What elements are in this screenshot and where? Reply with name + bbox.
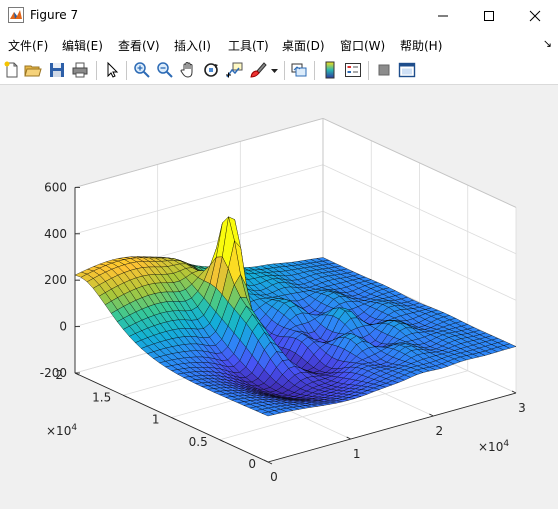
x-tick-label: 2 xyxy=(436,424,444,438)
y-tick-label: 0.5 xyxy=(189,435,208,449)
zoom-in-icon[interactable] xyxy=(133,61,151,79)
toolbar-separator xyxy=(314,61,315,80)
menu-window[interactable]: 窗口(W) xyxy=(340,37,385,54)
figure-canvas[interactable]: 0 1 2 3 0 0.5 1 1.5 2 -200 0 200 400 600 ×104 ×104 xyxy=(0,85,558,506)
toolbar-separator xyxy=(126,61,127,80)
open-file-icon[interactable] xyxy=(24,61,42,79)
menu-insert[interactable]: 插入(I) xyxy=(174,37,211,54)
insert-legend-icon[interactable] xyxy=(344,61,362,79)
z-tick-label: 600 xyxy=(44,180,67,194)
x-exponent-label: ×104 xyxy=(478,439,509,454)
insert-colorbar-icon[interactable] xyxy=(321,61,339,79)
menu-desktop[interactable]: 桌面(D) xyxy=(282,37,325,54)
menu-overflow-arrow[interactable]: ↘ xyxy=(543,37,552,50)
x-tick-label: 1 xyxy=(353,447,361,461)
menu-tools[interactable]: 工具(T) xyxy=(228,37,269,54)
data-cursor-icon[interactable] xyxy=(225,61,243,79)
toolbar-separator xyxy=(284,61,285,80)
minimize-button[interactable] xyxy=(420,0,466,31)
maximize-button[interactable] xyxy=(466,0,512,31)
toolbar-separator xyxy=(96,61,97,80)
z-tick-label: -200 xyxy=(40,366,67,380)
minimize-icon xyxy=(438,15,448,16)
x-tick-label: 3 xyxy=(518,401,526,415)
brush-dropdown-icon[interactable] xyxy=(270,61,279,79)
surface-plot[interactable]: 012300.511.52-2000200400600×104×104 xyxy=(0,85,558,506)
zoom-out-icon[interactable] xyxy=(156,61,174,79)
link-plot-icon[interactable] xyxy=(290,61,308,79)
close-button[interactable] xyxy=(512,0,558,31)
maximize-icon xyxy=(484,10,494,21)
show-plot-tools-icon[interactable] xyxy=(398,61,416,79)
y-tick-label: 0 xyxy=(248,457,256,471)
x-tick-label: 0 xyxy=(270,470,278,484)
brush-icon[interactable] xyxy=(249,61,267,79)
save-icon[interactable] xyxy=(48,61,66,79)
hide-plot-tools-icon[interactable] xyxy=(375,61,393,79)
menu-file[interactable]: 文件(F) xyxy=(8,37,48,54)
y-tick-label: 1 xyxy=(152,413,160,427)
y-exponent-label: ×104 xyxy=(46,423,77,438)
edit-plot-arrow-icon[interactable] xyxy=(103,61,121,79)
rotate-3d-icon[interactable] xyxy=(202,61,220,79)
toolbar-separator xyxy=(368,61,369,80)
pan-hand-icon[interactable] xyxy=(179,61,197,79)
z-tick-label: 200 xyxy=(44,273,67,287)
title-bar: Figure 7 xyxy=(0,0,558,31)
figure-toolbar xyxy=(0,57,558,85)
menu-help[interactable]: 帮助(H) xyxy=(400,37,442,54)
y-tick-label: 1.5 xyxy=(92,390,111,404)
menu-edit[interactable]: 编辑(E) xyxy=(62,37,103,54)
z-tick-label: 0 xyxy=(59,320,67,334)
matlab-icon xyxy=(8,7,24,23)
menu-bar: 文件(F) 编辑(E) 查看(V) 插入(I) 工具(T) 桌面(D) 窗口(W… xyxy=(0,31,558,57)
y-tick xyxy=(267,461,273,465)
close-icon xyxy=(529,10,541,21)
new-figure-icon[interactable] xyxy=(3,61,21,79)
menu-view[interactable]: 查看(V) xyxy=(118,37,160,54)
z-tick-label: 400 xyxy=(44,227,67,241)
print-icon[interactable] xyxy=(71,61,89,79)
window-title: Figure 7 xyxy=(30,8,79,22)
